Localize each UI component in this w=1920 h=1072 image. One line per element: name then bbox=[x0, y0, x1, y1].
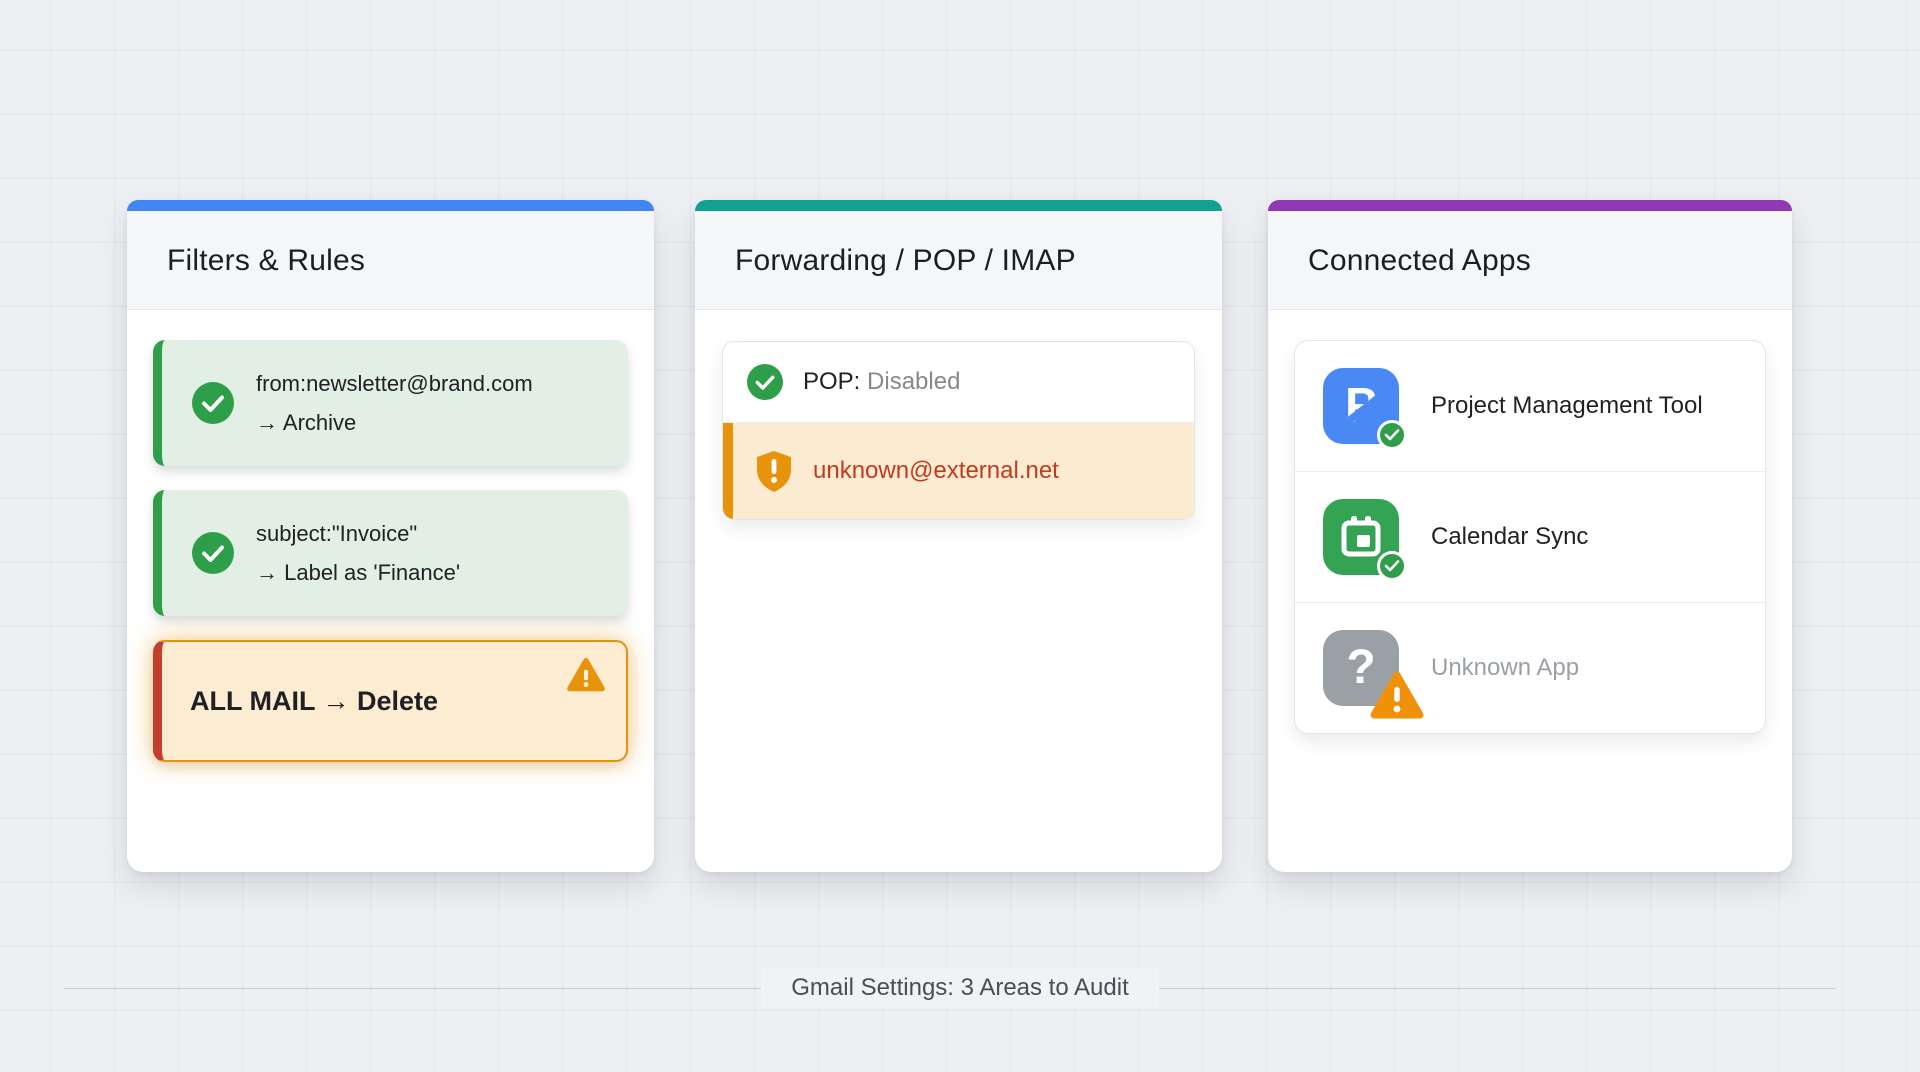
filters-card-title: Filters & Rules bbox=[167, 244, 614, 278]
footer-caption: Gmail Settings: 3 Areas to Audit bbox=[0, 968, 1920, 1008]
forwarding-status-box: POP: Disabled unknown@external.net bbox=[722, 341, 1195, 520]
pop-status-text: POP: Disabled bbox=[803, 368, 960, 396]
forwarding-card: Forwarding / POP / IMAP POP: Disabled un… bbox=[695, 200, 1222, 872]
forwarding-card-title: Forwarding / POP / IMAP bbox=[735, 244, 1182, 278]
badge-check-icon bbox=[1377, 551, 1407, 581]
rule-text: subject:"Invoice" → Label as 'Finance' bbox=[256, 514, 460, 592]
check-circle-icon bbox=[747, 364, 783, 400]
app-name: Unknown App bbox=[1431, 654, 1579, 682]
app-row-calendar-sync[interactable]: Calendar Sync bbox=[1295, 472, 1765, 603]
apps-card-title: Connected Apps bbox=[1308, 244, 1752, 278]
app-row-project-management[interactable]: P Project Management Tool bbox=[1295, 341, 1765, 472]
forwarding-address: unknown@external.net bbox=[813, 457, 1059, 485]
filters-card-header: Filters & Rules bbox=[127, 211, 654, 310]
forwarding-warning-row[interactable]: unknown@external.net bbox=[723, 423, 1194, 519]
rule-text: ALL MAIL → Delete bbox=[190, 686, 438, 716]
calendar-icon bbox=[1323, 499, 1399, 575]
pop-label: POP: bbox=[803, 368, 860, 395]
forwarding-accent-bar bbox=[695, 200, 1222, 211]
warning-triangle-icon bbox=[566, 657, 606, 693]
page-background: { "colors": { "background": "#edeff3", "… bbox=[0, 0, 1920, 1072]
rule-action: → Label as 'Finance' bbox=[256, 553, 460, 592]
rule-text: from:newsletter@brand.com → Archive bbox=[256, 364, 533, 442]
app-row-unknown-app[interactable]: ? Unknown App bbox=[1295, 603, 1765, 733]
question-icon: ? bbox=[1323, 630, 1399, 706]
app-name: Project Management Tool bbox=[1431, 392, 1703, 420]
filters-card: Filters & Rules from:newsletter@brand.co… bbox=[127, 200, 654, 872]
check-circle-icon bbox=[192, 382, 234, 424]
shield-warning-icon bbox=[755, 449, 793, 493]
badge-check-icon bbox=[1377, 420, 1407, 450]
rule-condition: subject:"Invoice" bbox=[256, 514, 460, 553]
apps-accent-bar bbox=[1268, 200, 1792, 211]
filters-card-body: from:newsletter@brand.com → Archive subj… bbox=[127, 310, 654, 812]
filter-rule-all-mail-delete[interactable]: ALL MAIL → Delete bbox=[153, 640, 628, 762]
apps-card-header: Connected Apps bbox=[1268, 211, 1792, 310]
pop-value: Disabled bbox=[867, 368, 960, 395]
project-management-icon: P bbox=[1323, 368, 1399, 444]
filter-rule-newsletter[interactable]: from:newsletter@brand.com → Archive bbox=[153, 340, 628, 466]
rule-action: → Archive bbox=[256, 403, 533, 442]
badge-warning-triangle-icon bbox=[1369, 670, 1425, 720]
check-circle-icon bbox=[192, 532, 234, 574]
connected-apps-list: P Project Management Tool bbox=[1294, 340, 1766, 734]
filters-accent-bar bbox=[127, 200, 654, 211]
connected-apps-card: Connected Apps P Project Management Tool bbox=[1268, 200, 1792, 872]
app-name: Calendar Sync bbox=[1431, 523, 1588, 551]
forwarding-card-header: Forwarding / POP / IMAP bbox=[695, 211, 1222, 310]
pop-status-row[interactable]: POP: Disabled bbox=[723, 342, 1194, 423]
rule-condition: from:newsletter@brand.com bbox=[256, 364, 533, 403]
filter-rule-invoice[interactable]: subject:"Invoice" → Label as 'Finance' bbox=[153, 490, 628, 616]
